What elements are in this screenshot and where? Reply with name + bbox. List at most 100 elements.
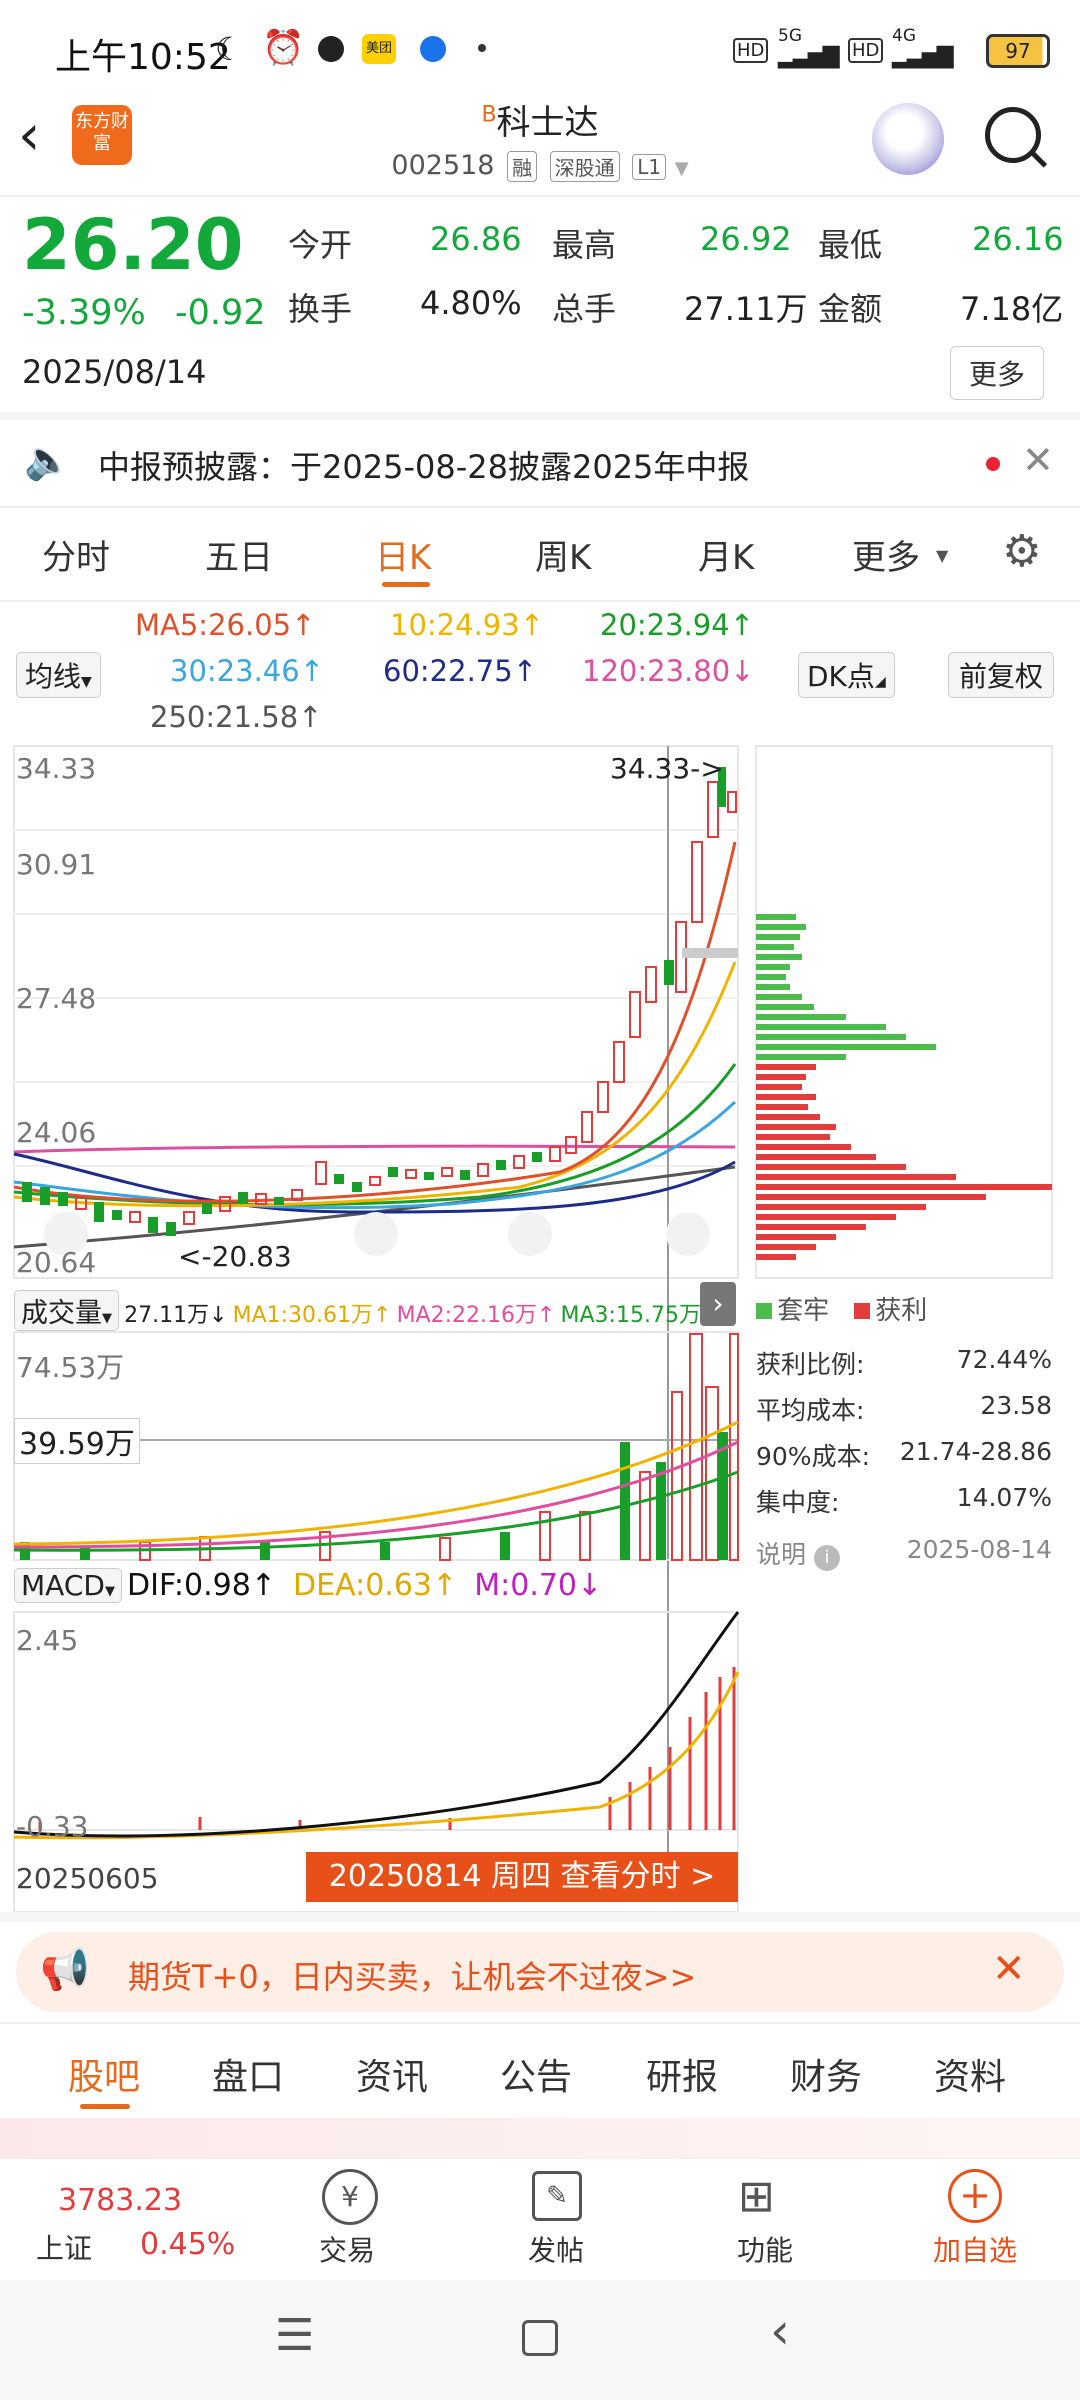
tab-active-indicator	[382, 582, 430, 587]
volume-summary: 27.11万↓	[124, 1303, 228, 1328]
chip-legend: 套牢 获利	[756, 1290, 927, 1327]
notice-text: 中报预披露：于2025-08-28披露2025年中报	[98, 448, 750, 486]
note-label[interactable]: 说明	[756, 1540, 806, 1569]
home-icon[interactable]	[522, 2320, 558, 2356]
tab-news[interactable]: 资讯	[356, 2048, 428, 2100]
index-value[interactable]: 3783.23	[58, 2183, 182, 2218]
dk-point-button[interactable]: DK点◢	[798, 652, 895, 698]
functions-grid-icon[interactable]: ⊞	[738, 2171, 775, 2222]
nav-post[interactable]: 发帖	[486, 2229, 626, 2269]
ma10-value: 10:24.93↑	[390, 608, 544, 642]
promo-close-icon[interactable]: ✕	[992, 1946, 1026, 1992]
header: ‹ 东方财富 B科士达 002518 融 深股通 L1 ▼	[0, 95, 1080, 195]
post-icon[interactable]: ✎	[532, 2171, 582, 2221]
tab-forum[interactable]: 股吧	[68, 2048, 140, 2100]
collapse-arrow-icon[interactable]: ›	[700, 1282, 736, 1326]
ma-legend: 均线▼ MA5:26.05↑ 10:24.93↑ 20:23.94↑ 30:23…	[0, 602, 1080, 742]
macd-selector[interactable]: MACD▼	[14, 1568, 122, 1603]
signal-bars-icon-2: ▂▃▅▇	[892, 44, 954, 69]
settings-gear-icon[interactable]: ⚙	[1002, 526, 1041, 577]
alarm-icon: ⏰	[262, 28, 305, 68]
candle	[460, 1170, 470, 1180]
tab-finance[interactable]: 财务	[790, 2048, 862, 2100]
notice-bar[interactable]: 🔈 中报预披露：于2025-08-28披露2025年中报 ✕	[0, 420, 1080, 504]
candle	[388, 1167, 398, 1177]
candle	[40, 1187, 50, 1205]
tab-monthly-k[interactable]: 月K	[698, 530, 754, 579]
megaphone-icon: 📢	[40, 1947, 90, 1993]
tab-announcements[interactable]: 公告	[500, 2048, 572, 2100]
candle	[238, 1192, 248, 1204]
change-percent: -3.39%	[22, 293, 146, 333]
tab-orderbook[interactable]: 盘口	[212, 2048, 284, 2100]
macd-axis-bottom: -0.33	[16, 1810, 89, 1843]
stock-code: 002518	[391, 150, 495, 181]
quote-panel: 26.20 -3.39% -0.92 2025/08/14 今开 26.86 最…	[0, 198, 1080, 410]
volume-axis-label: 74.53万	[16, 1351, 125, 1384]
cost-marker	[682, 948, 738, 958]
more-button[interactable]: 更多	[950, 346, 1045, 400]
view-intraday-button[interactable]: 20250814 周四 查看分时 >	[306, 1852, 738, 1902]
last-price: 26.20	[22, 204, 244, 286]
signal-4g: 4G	[892, 26, 916, 46]
volume-selector[interactable]: 成交量▼	[14, 1290, 119, 1331]
turnover-value: 4.80%	[420, 284, 522, 322]
price-axis-label: 30.91	[16, 848, 97, 881]
promo-banner[interactable]: 📢 期货T+0，日内买卖，让机会不过夜>> ✕	[16, 1932, 1064, 2012]
tab-five-day[interactable]: 五日	[205, 530, 273, 579]
timeline-start: 20250605	[16, 1862, 159, 1895]
meituan-icon: 美团	[362, 34, 396, 64]
candle	[581, 1111, 593, 1143]
status-time: 上午10:52	[55, 37, 231, 78]
adjust-button[interactable]: 前复权	[948, 652, 1055, 698]
dot-icon	[478, 44, 486, 52]
ma120-line	[13, 1144, 736, 1154]
tab-research[interactable]: 研报	[646, 2048, 718, 2100]
chip-bars-trap	[756, 914, 936, 1060]
dropdown-caret-icon[interactable]: ▼	[675, 158, 689, 179]
tab-weekly-k[interactable]: 周K	[535, 530, 591, 579]
chart-prev-icon	[508, 1212, 552, 1256]
trade-icon[interactable]: ¥	[322, 2169, 378, 2225]
candle	[664, 960, 674, 985]
bottom-nav: 3783.23 上证 0.45% ¥ 交易 ✎ 发帖 ⊞ 功能 + 加自选	[0, 2158, 1080, 2279]
macd-m: M:0.70↓	[474, 1568, 603, 1603]
stock-name: 科士达	[496, 103, 599, 143]
back-nav-icon[interactable]: ‹	[770, 2302, 790, 2360]
nav-trade[interactable]: 交易	[277, 2229, 417, 2269]
chip-stats: 获利比例: 72.44% 平均成本: 23.58 90%成本: 21.74-28.86…	[756, 1345, 1052, 1581]
signal-bars-icon: ▂▃▅▇	[778, 44, 840, 69]
volume-value: 27.11万	[684, 290, 808, 328]
close-icon[interactable]: ✕	[1022, 438, 1054, 482]
candle	[202, 1204, 212, 1214]
add-watchlist-icon[interactable]: +	[948, 2169, 1002, 2223]
tab-profile[interactable]: 资料	[934, 2048, 1006, 2100]
nav-functions[interactable]: 功能	[695, 2229, 835, 2269]
status-bar: 上午10:52 ☾ ⏰ 美团 HD 5G ▂▃▅▇ HD 4G ▂▃▅▇ 97	[0, 0, 1080, 95]
tab-more[interactable]: 更多	[852, 530, 920, 579]
candle	[549, 1146, 561, 1162]
tab-daily-k[interactable]: 日K	[375, 530, 431, 579]
nav-add-watchlist[interactable]: 加自选	[905, 2229, 1045, 2269]
chip-legend-trap: 套牢	[777, 1296, 830, 1326]
tab-intraday[interactable]: 分时	[42, 530, 110, 579]
ma120-value: 120:23.80↓	[582, 654, 755, 688]
chip-legend-profit: 获利	[875, 1296, 928, 1326]
info-icon[interactable]: i	[813, 1545, 840, 1571]
assistant-avatar[interactable]	[872, 103, 944, 175]
macd-dif: DIF:0.98↑	[127, 1568, 276, 1603]
menu-icon[interactable]: ☰	[275, 2310, 314, 2361]
chart-add-icon	[354, 1212, 398, 1256]
volume-ma1: MA1:30.61万↑	[232, 1303, 392, 1328]
candle	[22, 1182, 32, 1202]
app-icon-blue	[420, 36, 446, 62]
tag-level: L1	[632, 153, 667, 180]
low-value: 26.16	[972, 220, 1064, 258]
index-change: 0.45%	[140, 2227, 236, 2262]
volume-ma2: MA2:22.16万↑	[396, 1303, 556, 1328]
candle	[352, 1182, 362, 1192]
period-tabs: 分时 五日 日K 周K 月K 更多 ▼ ⚙	[0, 508, 1080, 598]
profit-ratio-value: 72.44%	[956, 1345, 1052, 1374]
index-name: 上证	[36, 2232, 93, 2265]
ma-selector[interactable]: 均线▼	[16, 652, 101, 698]
